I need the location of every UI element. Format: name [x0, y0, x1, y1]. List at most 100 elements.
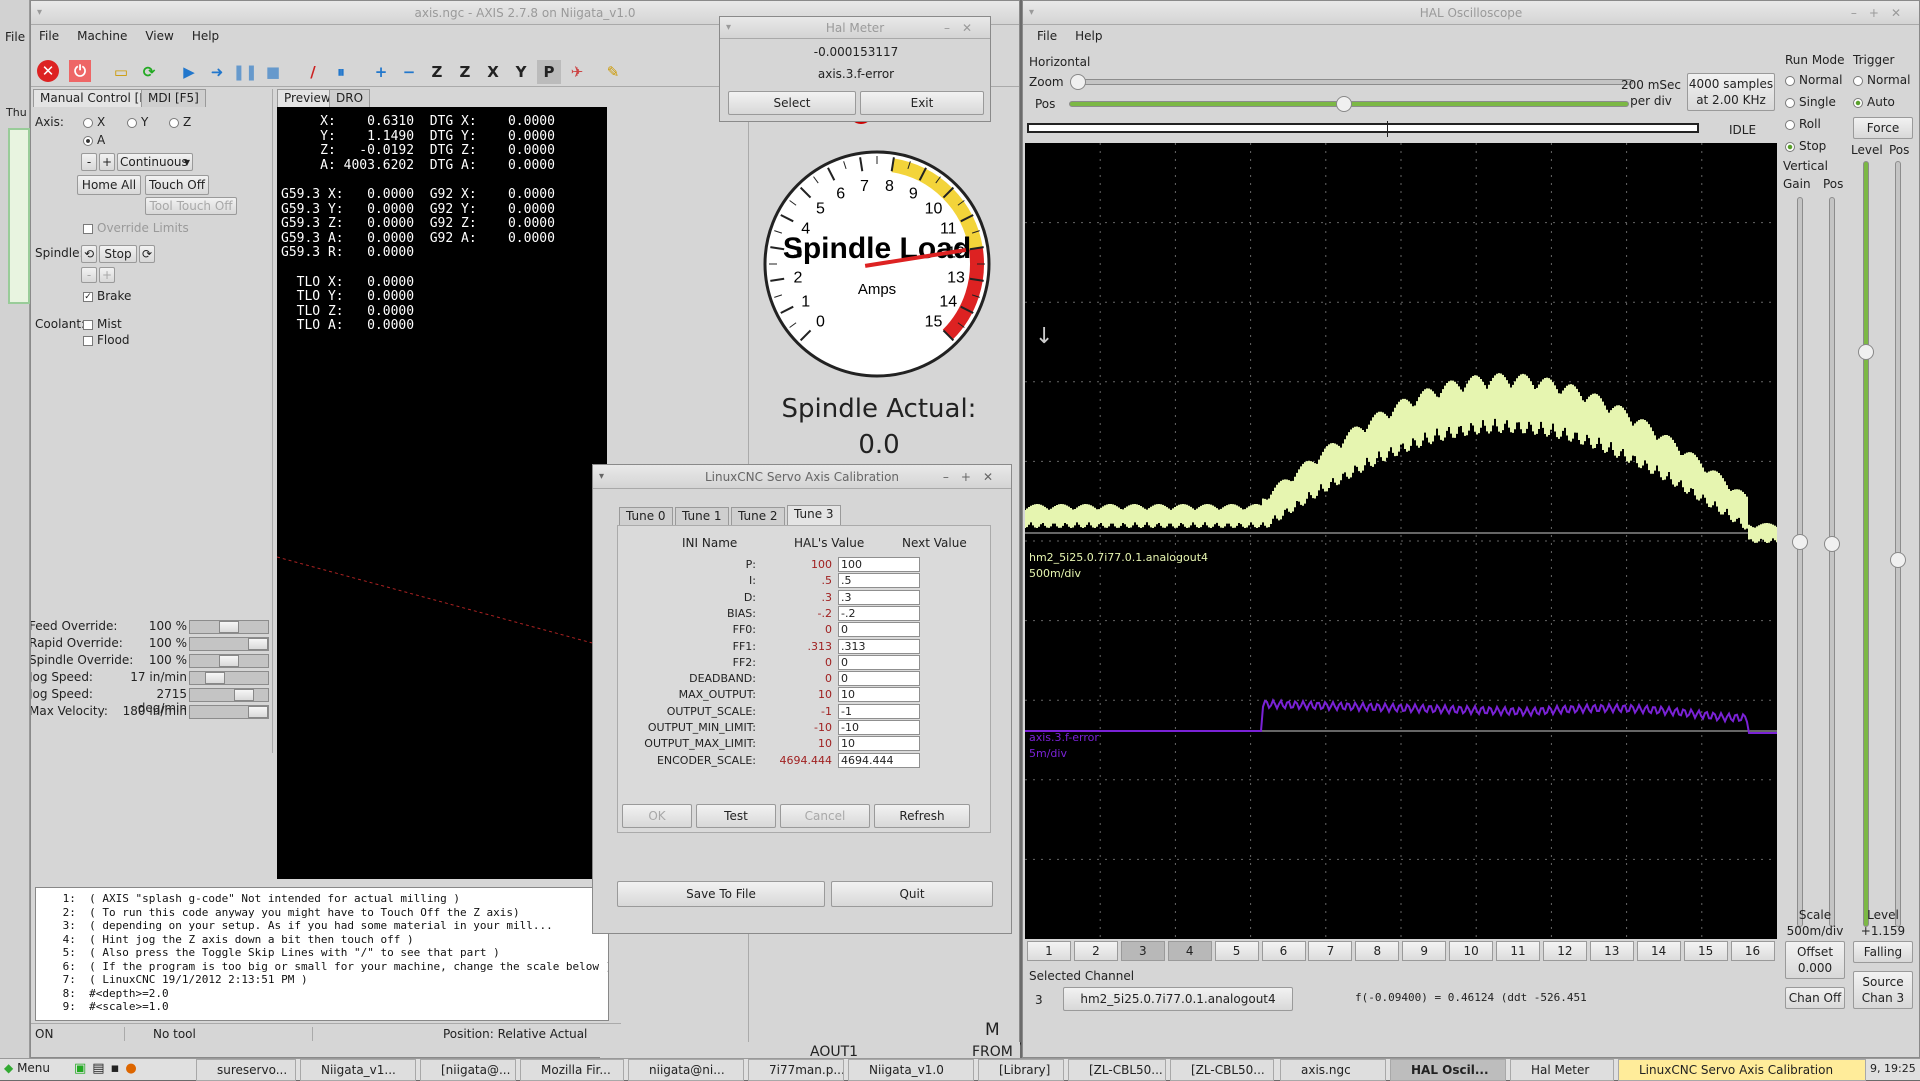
scope-menu-file[interactable]: File [1035, 27, 1059, 45]
tab-mdi[interactable]: MDI [F5] [141, 89, 206, 107]
taskbar-item[interactable]: [ZL-CBL50... [1170, 1059, 1274, 1081]
cal-next-value-input[interactable]: 10 [838, 687, 920, 703]
skip-lines-icon[interactable]: / [301, 60, 325, 84]
trigger-auto[interactable]: Auto [1853, 95, 1895, 109]
view-z2-icon[interactable]: Z [453, 60, 477, 84]
cal-next-value-input[interactable]: 100 [838, 557, 920, 572]
override-slider[interactable] [189, 688, 269, 702]
pos-thumb[interactable] [1336, 96, 1352, 112]
channel-button-12[interactable]: 12 [1542, 941, 1587, 961]
taskbar-item[interactable]: axis.ngc [1280, 1059, 1386, 1081]
override-slider[interactable] [189, 654, 269, 668]
start-menu-button[interactable]: ◆ Menu [4, 1061, 50, 1079]
override-thumb[interactable] [234, 689, 254, 701]
channel-button-15[interactable]: 15 [1683, 941, 1728, 961]
spindle-stop-button[interactable]: Stop [99, 245, 137, 263]
override-slider[interactable] [189, 671, 269, 685]
step-icon[interactable]: ➜ [205, 60, 229, 84]
home-all-button[interactable]: Home All [77, 175, 141, 195]
optional-stop-icon[interactable]: ⏸ [329, 60, 353, 84]
falling-button[interactable]: Falling [1853, 941, 1913, 963]
pause-icon[interactable]: ❚❚ [232, 60, 257, 84]
source-button[interactable]: Source Chan 3 [1853, 971, 1913, 1009]
preview-canvas[interactable]: X: 0.6310 DTG X: 0.0000 Y: 1.1490 DTG Y:… [277, 107, 607, 879]
axis-radio-x[interactable]: X [83, 115, 105, 129]
gain-slider[interactable] [1792, 197, 1808, 927]
cal-next-value-input[interactable]: 0 [838, 671, 920, 687]
cal-next-value-input[interactable]: 4694.444 [838, 752, 920, 768]
taskbar-item[interactable]: sureservo... [196, 1059, 296, 1081]
override-limits-checkbox[interactable]: Override Limits [83, 221, 189, 235]
console-icon[interactable]: ▪ [111, 1061, 126, 1076]
axis-radio-y[interactable]: Y [127, 115, 148, 129]
stop-icon[interactable]: ■ [261, 60, 285, 84]
trigger-level-slider[interactable] [1858, 161, 1874, 927]
spindle-slower-button[interactable]: - [81, 267, 97, 283]
channel-button-1[interactable]: 1 [1027, 941, 1071, 961]
window-controls-icon[interactable]: –+✕ [1851, 1, 1913, 25]
cal-next-value-input[interactable]: -10 [838, 720, 920, 735]
tab-tune-1[interactable]: Tune 1 [675, 507, 729, 525]
chan-off-button[interactable]: Chan Off [1785, 987, 1845, 1009]
override-thumb[interactable] [205, 672, 225, 684]
tab-tune-2[interactable]: Tune 2 [731, 507, 785, 525]
offset-button[interactable]: Offset 0.000 [1785, 941, 1845, 979]
channel-button-5[interactable]: 5 [1214, 941, 1259, 961]
tool-touch-off-button[interactable]: Tool Touch Off [145, 197, 237, 215]
scope-display[interactable]: ↓ [1025, 143, 1777, 939]
jog-mode-select[interactable]: Continuous ▾ [117, 153, 193, 171]
run-mode-roll[interactable]: Roll [1785, 117, 1821, 131]
window-controls-icon[interactable]: –+✕ [943, 465, 1005, 489]
clear-plot-icon[interactable]: ✎ [601, 60, 625, 84]
quit-button[interactable]: Quit [831, 881, 993, 907]
spindle-faster-button[interactable]: + [99, 267, 115, 283]
view-x-icon[interactable]: X [481, 60, 505, 84]
estop-icon[interactable]: ✕ [37, 60, 59, 82]
channel-button-2[interactable]: 2 [1073, 941, 1118, 961]
scope-menu-help[interactable]: Help [1073, 27, 1104, 45]
channel-button-9[interactable]: 9 [1402, 941, 1447, 961]
jog-plus-button[interactable]: + [99, 153, 115, 171]
reload-icon[interactable]: ⟳ [137, 60, 161, 84]
zoom-slider[interactable] [1070, 74, 1633, 90]
view-z-icon[interactable]: Z [425, 60, 449, 84]
cal-next-value-input[interactable]: 0 [838, 622, 920, 638]
trigger-pos-slider[interactable] [1890, 161, 1906, 927]
cal-next-value-input[interactable]: -1 [838, 703, 920, 719]
jog-minus-button[interactable]: - [81, 153, 97, 171]
channel-button-13[interactable]: 13 [1589, 941, 1634, 961]
hal-meter-exit-button[interactable]: Exit [860, 91, 984, 115]
zoom-thumb[interactable] [1070, 74, 1086, 90]
power-icon[interactable]: ⏻ [69, 60, 91, 82]
brake-checkbox[interactable]: ✓ Brake [83, 289, 131, 303]
test-button[interactable]: Test [696, 804, 776, 828]
taskbar-item[interactable]: [niigata@... [420, 1059, 516, 1081]
override-slider[interactable] [189, 705, 269, 719]
cal-next-value-input[interactable]: -.2 [838, 605, 920, 621]
channel-button-10[interactable]: 10 [1449, 941, 1494, 961]
view-p-icon[interactable]: P [537, 60, 561, 84]
pos-slider[interactable] [1069, 96, 1629, 112]
desktop-file-menu[interactable]: File [5, 30, 25, 44]
ok-button[interactable]: OK [622, 804, 692, 828]
menu-help[interactable]: Help [190, 27, 221, 45]
override-thumb[interactable] [248, 706, 268, 718]
view-y-icon[interactable]: Y [509, 60, 533, 84]
override-thumb[interactable] [248, 638, 268, 650]
run-icon[interactable]: ▶ [177, 60, 201, 84]
window-menu-icon[interactable]: ▾ [37, 1, 42, 25]
cancel-button[interactable]: Cancel [780, 804, 870, 828]
taskbar-item[interactable]: HAL Oscil... [1390, 1059, 1506, 1081]
taskbar-item[interactable]: [Library] [978, 1059, 1064, 1081]
window-controls-icon[interactable]: –✕ [944, 17, 984, 39]
taskbar-item[interactable]: 7i77man.p... [748, 1059, 844, 1081]
tab-tune-3[interactable]: Tune 3 [787, 505, 841, 525]
spindle-ccw-icon[interactable]: ⟲ [81, 245, 97, 263]
cal-next-value-input[interactable]: 10 [838, 736, 920, 752]
menu-view[interactable]: View [143, 27, 175, 45]
mist-checkbox[interactable]: Mist [83, 317, 122, 331]
cal-next-value-input[interactable]: .5 [838, 573, 920, 589]
vpos-slider[interactable] [1824, 197, 1840, 927]
open-file-icon[interactable]: ▭ [109, 60, 133, 84]
refresh-button[interactable]: Refresh [874, 804, 970, 828]
